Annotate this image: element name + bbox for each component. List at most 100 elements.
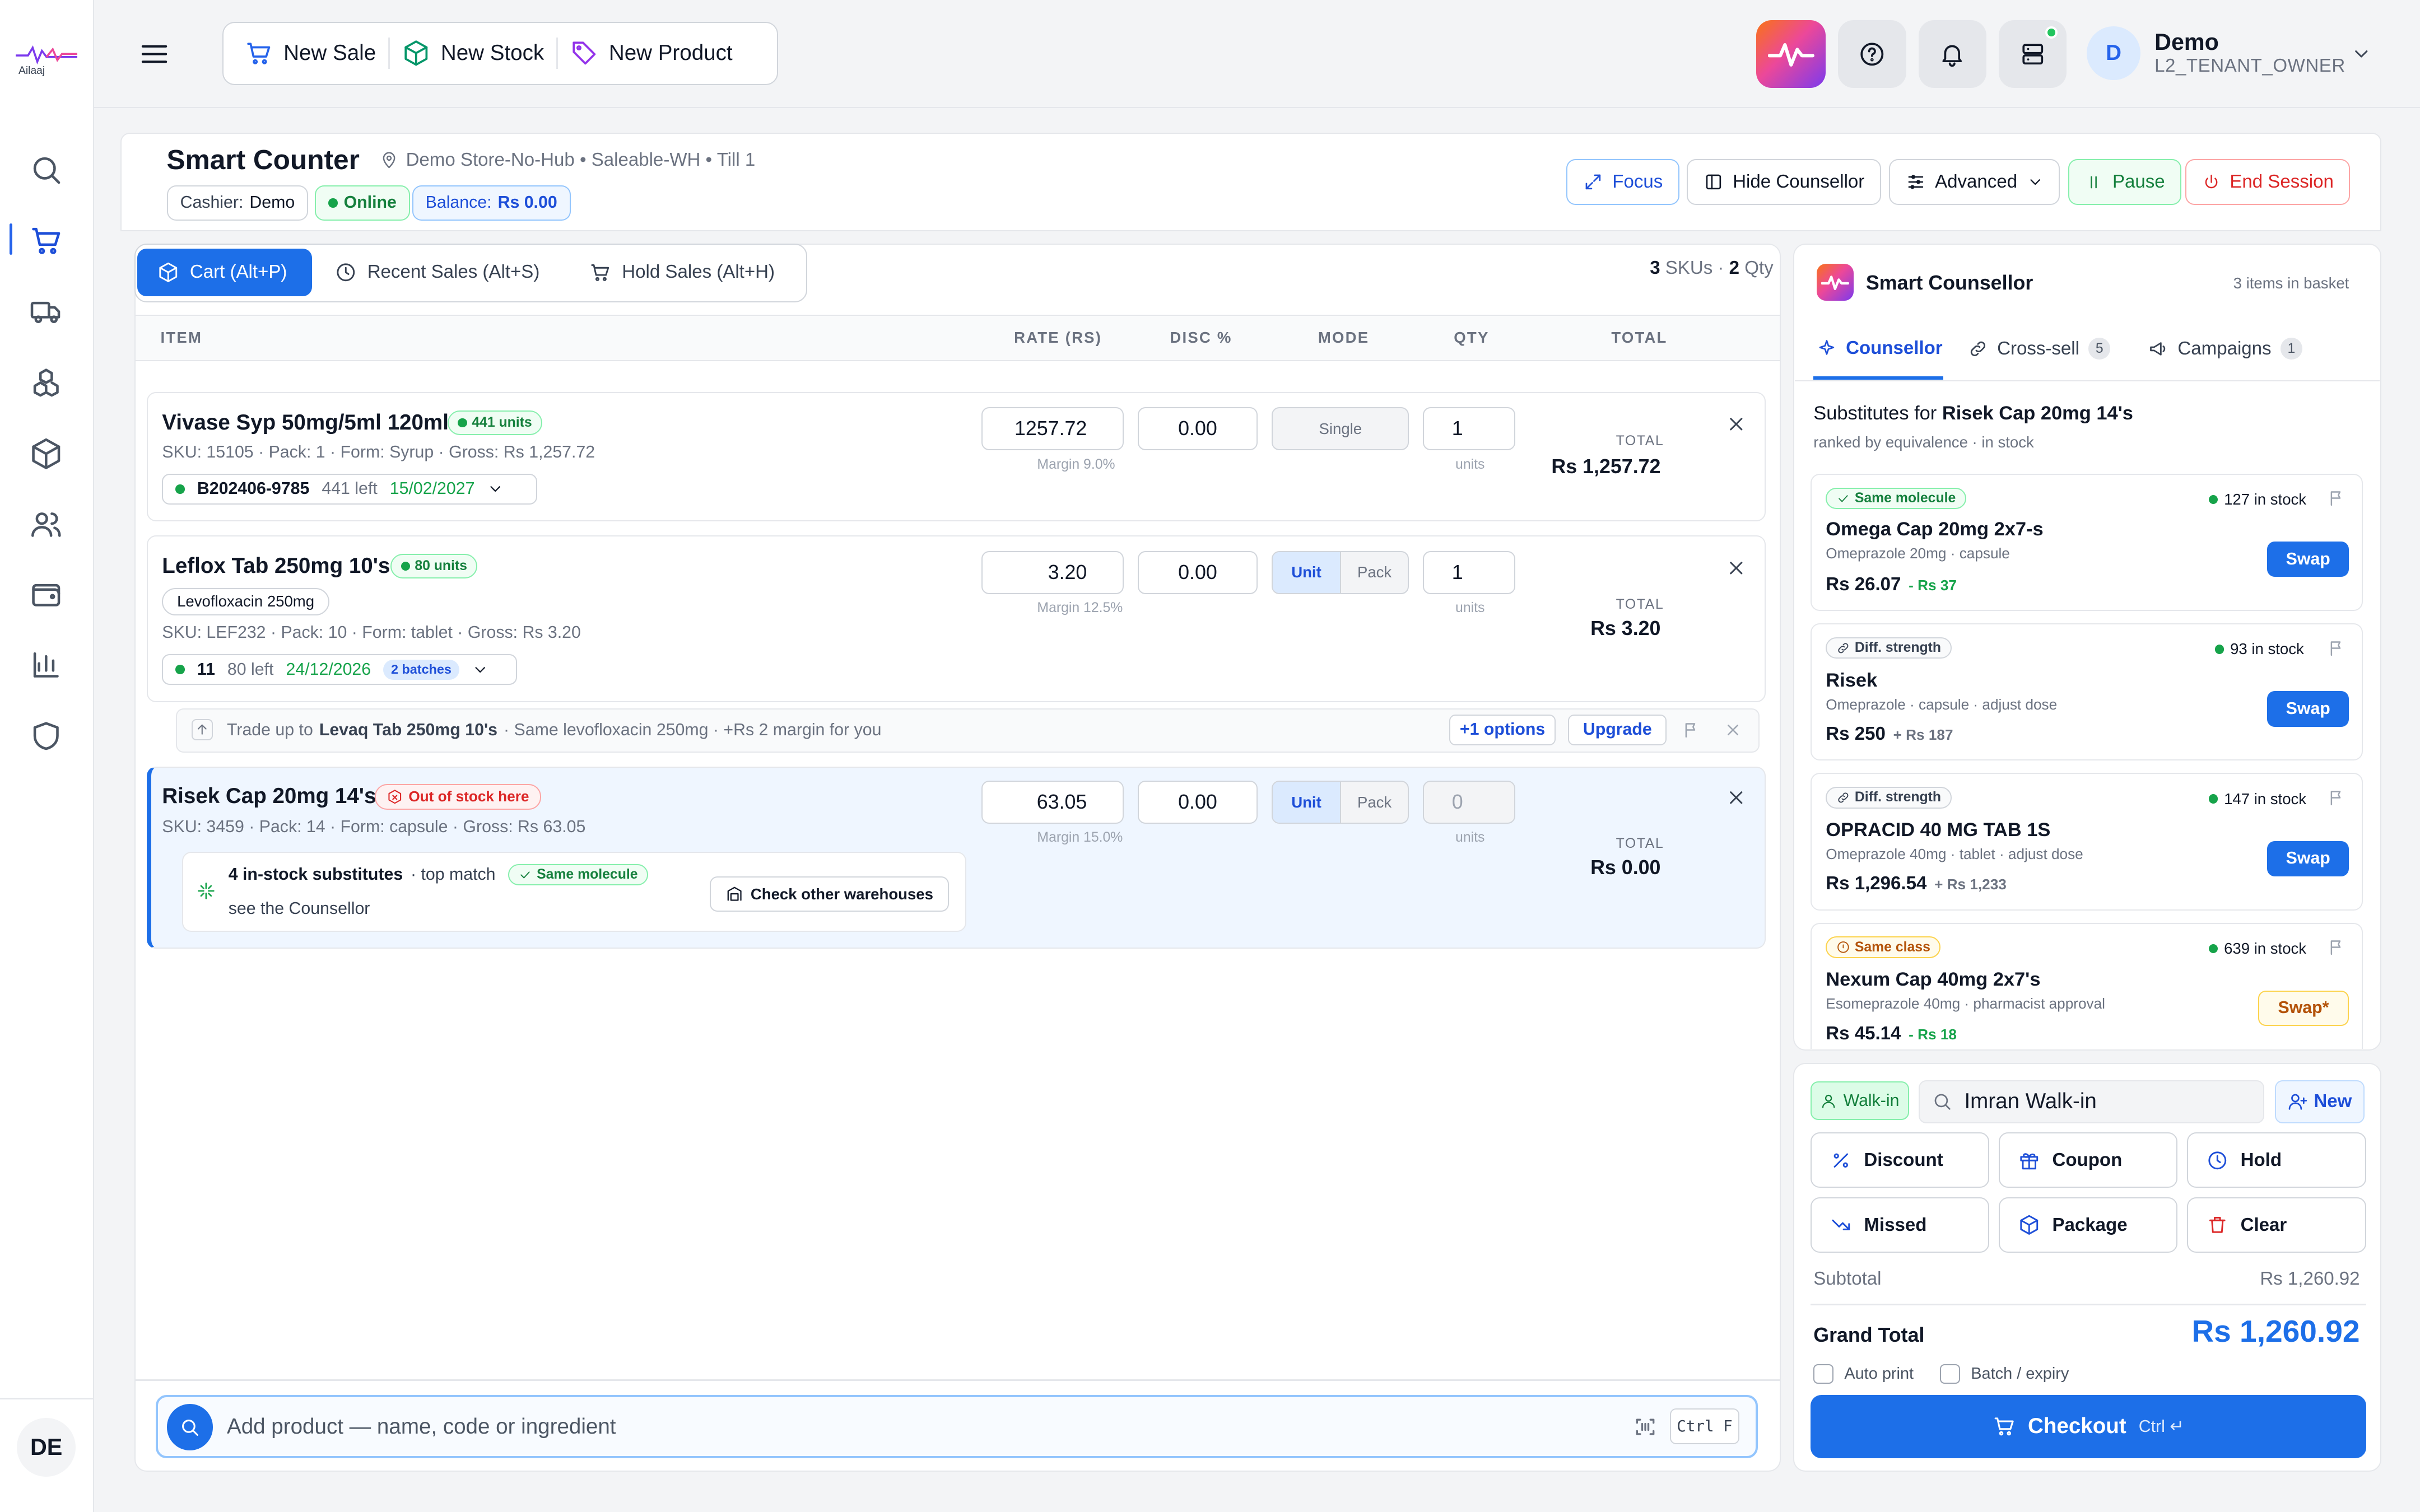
tab-hold-sales[interactable]: Hold Sales (Alt+H) <box>589 249 775 296</box>
qty-input-disabled[interactable]: 0 <box>1423 781 1516 824</box>
missed-button[interactable]: Missed <box>1810 1197 1990 1253</box>
check-warehouses-button[interactable]: Check other warehouses <box>710 876 950 912</box>
new-customer-button[interactable]: New <box>2275 1080 2365 1123</box>
users-icon[interactable] <box>29 507 63 542</box>
discount-button[interactable]: Discount <box>1810 1132 1990 1188</box>
counsellor-title: Smart Counsellor <box>1865 271 2033 294</box>
notifications-button[interactable] <box>1918 20 1986 88</box>
rate-input[interactable]: 63.05 <box>981 781 1124 824</box>
link-icon <box>1838 643 1849 654</box>
mode-single[interactable]: Single <box>1273 408 1408 449</box>
batch-count-badge: 2 batches <box>383 659 459 680</box>
batch-code: B202406-9785 <box>197 479 310 498</box>
flag-icon[interactable] <box>2328 938 2346 956</box>
flag-icon[interactable] <box>1682 721 1701 739</box>
discount-input[interactable]: 0.00 <box>1137 407 1258 451</box>
mode-pack[interactable]: Pack <box>1341 552 1408 593</box>
package-icon <box>159 262 178 282</box>
advanced-button[interactable]: Advanced <box>1889 158 2060 206</box>
pause-button[interactable]: Pause <box>2068 158 2182 206</box>
new-sale-button[interactable]: New Sale <box>232 31 388 74</box>
total-label: TOTAL <box>1616 597 1664 613</box>
truck-icon[interactable] <box>29 295 63 329</box>
remove-item-icon[interactable] <box>1725 787 1747 809</box>
wallet-icon[interactable] <box>29 577 63 611</box>
package-icon[interactable] <box>29 437 63 471</box>
cart-icon <box>1994 1417 2014 1436</box>
batch-code: 11 <box>197 660 215 679</box>
tab-cross-sell[interactable]: Cross-sell 5 <box>1968 338 2111 360</box>
barcode-scan-icon[interactable] <box>1633 1415 1658 1439</box>
new-product-button[interactable]: New Product <box>558 31 745 74</box>
search-icon[interactable] <box>29 153 63 187</box>
walk-in-toggle[interactable]: Walk-in <box>1810 1081 1910 1121</box>
discount-input[interactable]: 0.00 <box>1137 781 1258 824</box>
batch-expiry-checkbox[interactable]: Batch / expiry <box>1940 1364 2069 1384</box>
substitute-price-row: Rs 45.14 - Rs 18 <box>1826 1023 1957 1044</box>
tab-cart[interactable]: Cart (Alt+P) <box>137 248 312 296</box>
clear-button[interactable]: Clear <box>2186 1197 2366 1253</box>
out-of-stock-text: Out of stock here <box>408 788 529 805</box>
tab-campaigns[interactable]: Campaigns 1 <box>2148 338 2302 360</box>
auto-print-checkbox[interactable]: Auto print <box>1813 1364 1914 1384</box>
price-diff: - Rs 37 <box>1909 576 1957 594</box>
swap-button[interactable]: Swap <box>2267 691 2349 727</box>
mode-selector[interactable]: Single <box>1272 407 1409 451</box>
item-total: Rs 3.20 <box>1590 617 1661 640</box>
new-stock-button[interactable]: New Stock <box>390 31 556 74</box>
bar-chart-icon[interactable] <box>29 648 63 682</box>
mode-pack[interactable]: Pack <box>1341 782 1408 823</box>
sliders-icon <box>1908 175 1923 189</box>
flag-icon[interactable] <box>2328 489 2346 507</box>
tab-recent-sales[interactable]: Recent Sales (Alt+S) <box>335 249 539 296</box>
mode-unit[interactable]: Unit <box>1273 782 1341 823</box>
focus-button[interactable]: Focus <box>1566 158 1679 206</box>
qty-input[interactable]: 1 <box>1423 550 1516 594</box>
smart-pulse-button[interactable] <box>1756 20 1826 88</box>
swap-approval-button[interactable]: Swap* <box>2258 990 2349 1026</box>
menu-icon[interactable] <box>139 39 170 69</box>
flag-icon[interactable] <box>2328 639 2346 657</box>
location-info: Demo Store-No-Hub • Saleable-WH • Till 1 <box>380 150 755 171</box>
shield-icon[interactable] <box>29 719 63 753</box>
discount-input[interactable]: 0.00 <box>1137 550 1258 594</box>
flag-icon[interactable] <box>2328 788 2346 807</box>
mode-unit[interactable]: Unit <box>1273 552 1341 593</box>
hold-button[interactable]: Hold <box>2186 1132 2366 1188</box>
batch-selector[interactable]: B202406-9785 441 left 15/02/2027 <box>162 473 537 505</box>
end-session-button[interactable]: End Session <box>2185 158 2351 206</box>
package-button[interactable]: Package <box>1998 1197 2178 1253</box>
checkout-button[interactable]: Checkout Ctrl ↵ <box>1810 1394 2366 1458</box>
swap-button[interactable]: Swap <box>2267 542 2349 577</box>
customer-input[interactable]: Imran Walk-in <box>1918 1080 2264 1123</box>
remove-item-icon[interactable] <box>1725 557 1747 579</box>
boxes-icon[interactable] <box>29 366 63 400</box>
rate-input[interactable]: 3.20 <box>981 550 1124 594</box>
cart-icon <box>247 43 271 65</box>
qty-input[interactable]: 1 <box>1423 407 1516 451</box>
clear-label: Clear <box>2240 1214 2287 1235</box>
help-button[interactable] <box>1838 20 1906 88</box>
swap-button[interactable]: Swap <box>2267 841 2349 876</box>
hide-counsellor-button[interactable]: Hide Counsellor <box>1687 158 1881 206</box>
batch-selector[interactable]: 11 80 left 24/12/2026 2 batches <box>162 654 517 685</box>
user-avatar-small[interactable]: DE <box>17 1417 76 1477</box>
app-logo[interactable]: Ailaaj <box>15 43 77 80</box>
search-icon[interactable] <box>166 1404 213 1450</box>
batch-left: 80 left <box>227 660 274 679</box>
cart-icon[interactable] <box>29 223 63 258</box>
remove-item-icon[interactable] <box>1725 413 1747 435</box>
auto-print-label: Auto print <box>1844 1364 1914 1383</box>
chevron-down-icon[interactable] <box>2351 43 2372 65</box>
upsell-options-button[interactable]: +1 options <box>1449 714 1556 745</box>
tag-text: Same class <box>1854 939 1930 955</box>
upgrade-button[interactable]: Upgrade <box>1568 714 1667 745</box>
tab-counsellor[interactable]: Counsellor <box>1817 338 1943 359</box>
checkbox-box[interactable] <box>1940 1364 1960 1384</box>
user-avatar[interactable]: D <box>2086 26 2141 81</box>
checkbox-box[interactable] <box>1813 1364 1834 1384</box>
rate-input[interactable]: 1257.72 <box>981 407 1124 451</box>
coupon-button[interactable]: Coupon <box>1998 1132 2178 1188</box>
batch-dot <box>175 665 185 674</box>
dismiss-icon[interactable] <box>1724 721 1742 739</box>
